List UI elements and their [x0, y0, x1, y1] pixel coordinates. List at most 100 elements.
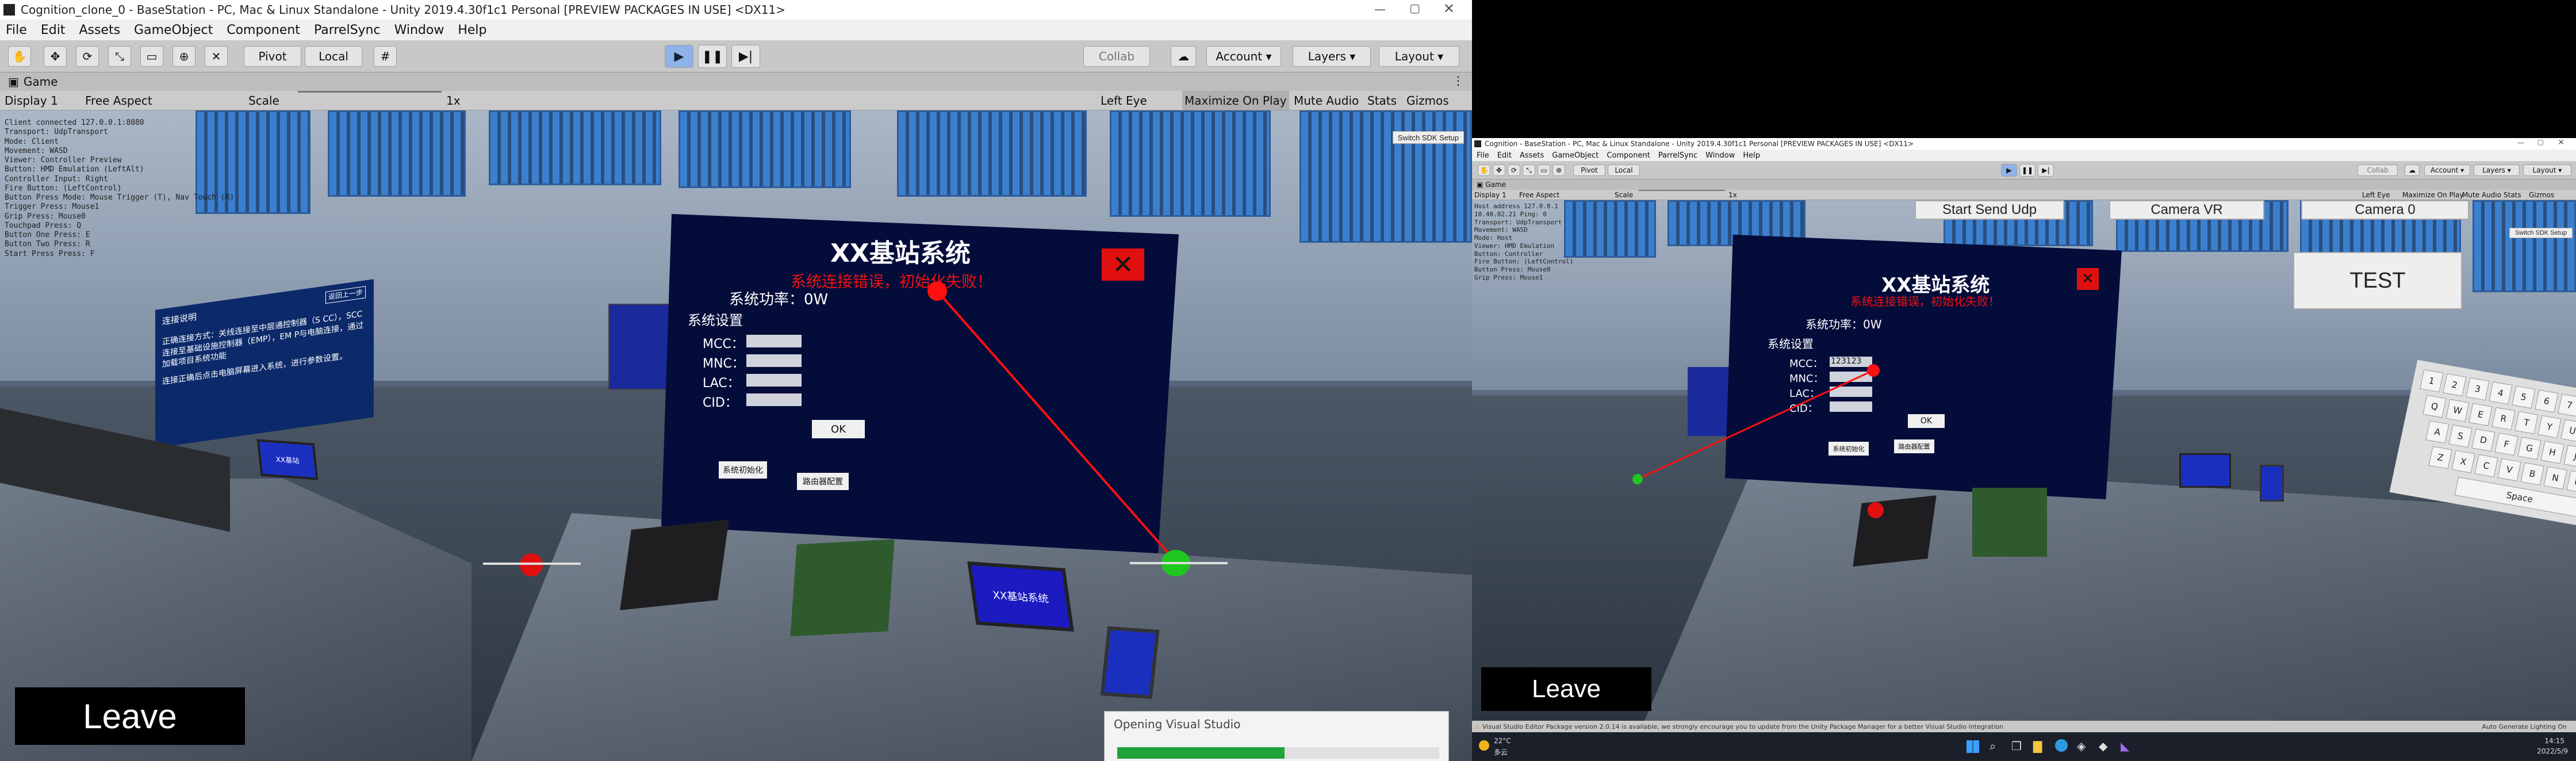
keyboard-key[interactable]: J [2563, 445, 2576, 468]
keyboard-key[interactable]: H [2540, 441, 2564, 464]
maximize-on-play-toggle[interactable]: Maximize On Play [2402, 190, 2464, 200]
keyboard-key[interactable]: Y [2537, 415, 2562, 438]
scale-tool-icon[interactable]: ⤡ [1523, 165, 1535, 176]
status-warning[interactable]: Visual Studio Editor Package version 2.0… [1482, 723, 2003, 731]
keyboard-key[interactable]: Q [2422, 395, 2447, 418]
menu-help[interactable]: Help [458, 23, 486, 37]
keyboard-key[interactable]: E [2468, 403, 2493, 426]
pause-button[interactable]: ❚❚ [2019, 164, 2035, 177]
minimize-icon[interactable]: — [1374, 2, 1386, 16]
red-controller-icon[interactable] [1868, 502, 1884, 518]
close-icon[interactable]: ✕ [1443, 1, 1455, 17]
menu-parrelsync[interactable]: ParrelSync [1658, 151, 1697, 160]
more-menu-icon[interactable]: ⋮ [1452, 74, 1464, 87]
scale-slider[interactable] [298, 91, 442, 110]
menu-gameobject[interactable]: GameObject [134, 23, 213, 37]
leave-button[interactable]: Leave [1481, 667, 1651, 711]
aspect-dropdown[interactable]: Free Aspect [85, 91, 152, 110]
pivot-toggle[interactable]: Pivot [1573, 165, 1605, 176]
cloud-icon[interactable]: ☁ [2405, 165, 2420, 176]
menu-file[interactable]: File [1477, 151, 1489, 160]
unity-icon[interactable]: ◈ [2077, 739, 2086, 753]
account-dropdown[interactable]: Account ▾ [1206, 46, 1281, 67]
mute-audio-toggle[interactable]: Mute Audio [1294, 91, 1359, 110]
gizmos-dropdown[interactable]: Gizmos [2529, 190, 2554, 200]
local-toggle[interactable]: Local [1608, 165, 1640, 176]
game-view[interactable]: Host address 127.0.0.1 10.40.02.21 Ping:… [1472, 200, 2576, 721]
transform-tool-icon[interactable]: ⊕ [172, 46, 195, 67]
maximize-on-play-toggle[interactable]: Maximize On Play [1182, 91, 1289, 110]
step-button[interactable]: ▶| [731, 45, 760, 68]
collab-dropdown[interactable]: Collab [1083, 46, 1150, 67]
small-laptop[interactable]: XX基站 [256, 439, 319, 480]
cloud-icon[interactable]: ☁ [1171, 46, 1196, 67]
menu-component[interactable]: Component [227, 23, 300, 37]
stats-toggle[interactable]: Stats [2504, 190, 2521, 200]
keyboard-key[interactable]: A [2425, 420, 2450, 444]
eye-dropdown[interactable]: Left Eye [1101, 91, 1147, 110]
menu-assets[interactable]: Assets [1520, 151, 1544, 160]
keyboard-key[interactable]: X [2451, 450, 2475, 473]
display-dropdown[interactable]: Display 1 [1474, 190, 1506, 200]
menu-assets[interactable]: Assets [79, 23, 120, 37]
keyboard-key[interactable]: 5 [2512, 385, 2536, 409]
menu-file[interactable]: File [6, 23, 27, 37]
keyboard-key[interactable]: F [2494, 433, 2518, 456]
display-dropdown[interactable]: Display 1 [5, 91, 58, 110]
menu-parrelsync[interactable]: ParrelSync [314, 23, 381, 37]
unity-hub-icon[interactable]: ◆ [2099, 739, 2107, 753]
play-button[interactable]: ▶ [665, 45, 693, 68]
eye-dropdown[interactable]: Left Eye [2362, 190, 2390, 200]
weather-icon[interactable] [1479, 740, 1489, 751]
keyboard-key[interactable]: 7 [2558, 393, 2576, 417]
keyboard-key[interactable]: T [2514, 411, 2539, 434]
search-icon[interactable]: ⌕ [1989, 739, 1996, 753]
keyboard-key[interactable]: W [2445, 399, 2470, 422]
scale-tool-icon[interactable]: ⤡ [108, 46, 131, 67]
step-button[interactable]: ▶| [2038, 164, 2054, 177]
pause-button[interactable]: ❚❚ [698, 45, 727, 68]
mute-audio-toggle[interactable]: Mute Audio [2462, 190, 2501, 200]
menu-edit[interactable]: Edit [41, 23, 66, 37]
custom-tool-icon[interactable]: ✕ [205, 46, 228, 67]
keyboard-key[interactable]: D [2471, 429, 2496, 452]
keyboard-key[interactable]: G [2517, 437, 2542, 460]
rect-tool-icon[interactable]: ▭ [140, 46, 163, 67]
minimize-icon[interactable]: — [2517, 139, 2524, 147]
tablet[interactable] [2260, 465, 2284, 502]
edge-icon[interactable] [2055, 739, 2068, 752]
play-button[interactable]: ▶ [2001, 164, 2017, 177]
menu-window[interactable]: Window [1705, 151, 1735, 160]
rotate-tool-icon[interactable]: ⟳ [1508, 165, 1520, 176]
keyboard-key[interactable]: 6 [2535, 389, 2559, 413]
rect-tool-icon[interactable]: ▭ [1538, 165, 1550, 176]
tablet[interactable] [1100, 626, 1160, 699]
collab-dropdown[interactable]: Collab [2358, 165, 2398, 176]
keyboard-key[interactable]: V [2497, 458, 2521, 481]
transform-tool-icon[interactable]: ⊕ [1552, 165, 1565, 176]
gizmos-dropdown[interactable]: Gizmos [1406, 91, 1449, 110]
keyboard-key[interactable]: 3 [2466, 377, 2490, 401]
menu-gameobject[interactable]: GameObject [1552, 151, 1598, 160]
task-view-icon[interactable]: ❐ [2011, 739, 2022, 753]
keyboard-key[interactable]: C [2474, 454, 2498, 477]
keyboard-key[interactable]: B [2520, 462, 2544, 485]
laptop[interactable]: XX基站系统 [967, 561, 1074, 632]
keyboard-key[interactable]: Z [2428, 446, 2452, 469]
move-tool-icon[interactable]: ✥ [44, 46, 67, 67]
maximize-icon[interactable]: ▢ [2537, 138, 2544, 146]
visual-studio-icon[interactable]: ◣ [2121, 739, 2129, 753]
menu-help[interactable]: Help [1743, 151, 1760, 160]
keyboard-key[interactable]: R [2491, 407, 2516, 430]
grid-snap-icon[interactable]: # [374, 46, 397, 67]
file-explorer-icon[interactable]: ▇ [2033, 739, 2042, 753]
menu-component[interactable]: Component [1607, 151, 1650, 160]
account-dropdown[interactable]: Account ▾ [2424, 165, 2470, 176]
move-tool-icon[interactable]: ✥ [1493, 165, 1505, 176]
tab-game[interactable]: Game [24, 75, 58, 89]
keyboard-key[interactable]: N [2543, 466, 2567, 490]
keyboard-key[interactable]: 1 [2420, 369, 2444, 393]
layers-dropdown[interactable]: Layers ▾ [1293, 46, 1371, 67]
aspect-dropdown[interactable]: Free Aspect [1519, 190, 1559, 200]
close-icon[interactable]: ✕ [2558, 138, 2564, 147]
